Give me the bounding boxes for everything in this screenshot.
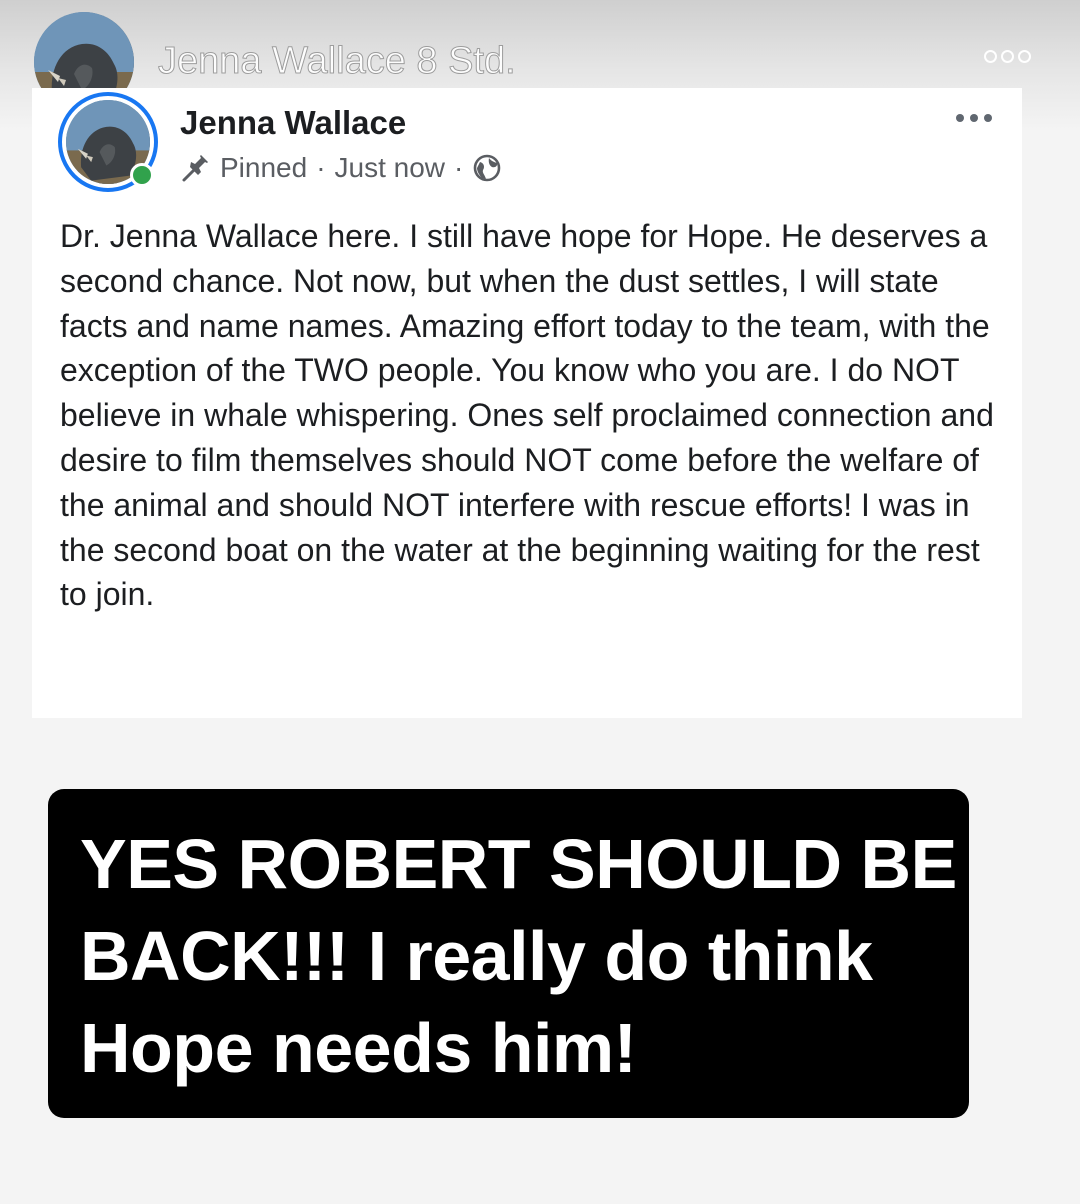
more-dot-icon bbox=[1018, 50, 1031, 63]
meta-separator: · bbox=[454, 152, 464, 183]
post-meta: Pinned · Just now · bbox=[180, 150, 502, 186]
story-caption-text: YES ROBERT SHOULD BE BACK!!! I really do… bbox=[80, 825, 957, 1087]
post-body-text: Dr. Jenna Wallace here. I still have hop… bbox=[60, 218, 994, 613]
pinned-label: Pinned bbox=[220, 152, 308, 183]
story-more-button[interactable] bbox=[984, 50, 1031, 63]
more-dot-icon bbox=[970, 114, 978, 122]
globe-icon[interactable] bbox=[472, 153, 502, 183]
story-header-title: Jenna Wallace 8 Std. bbox=[158, 40, 517, 83]
more-dot-icon bbox=[956, 114, 964, 122]
post-timestamp[interactable]: Just now bbox=[335, 152, 446, 184]
online-status-dot bbox=[130, 163, 154, 187]
pin-icon bbox=[180, 153, 212, 183]
more-dot-icon bbox=[984, 50, 997, 63]
meta-separator: · bbox=[316, 152, 326, 183]
more-dot-icon bbox=[984, 114, 992, 122]
post-author-name[interactable]: Jenna Wallace bbox=[180, 104, 406, 142]
more-dot-icon bbox=[1001, 50, 1014, 63]
post-more-button[interactable] bbox=[956, 114, 992, 122]
